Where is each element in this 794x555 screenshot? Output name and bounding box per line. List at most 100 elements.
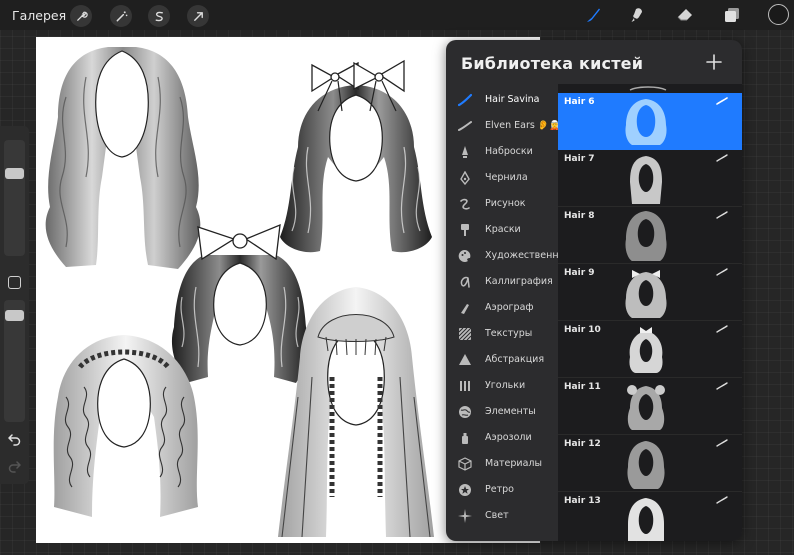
current-color-swatch[interactable]	[768, 4, 789, 25]
left-sidebar	[0, 126, 29, 484]
category-charcoal[interactable]: Угольки	[446, 374, 558, 398]
modifier-square-icon[interactable]	[8, 276, 21, 289]
category-airbrush[interactable]: Аэрограф	[446, 296, 558, 320]
layers-icon[interactable]	[721, 4, 743, 26]
brush-hair-preview	[630, 156, 662, 204]
category-label: Аэрозоли	[485, 432, 532, 443]
brush-name: Hair 11	[564, 382, 601, 392]
calligraphy-icon	[460, 276, 470, 288]
brush-icon[interactable]	[582, 4, 604, 26]
transform-arrow-icon[interactable]	[187, 5, 209, 27]
paint-icon	[461, 224, 469, 236]
brush-item[interactable]: Hair 12	[558, 435, 742, 492]
brush-stroke-icon	[716, 211, 728, 219]
category-label: Наброски	[485, 146, 533, 157]
category-label: Hair Savina	[485, 94, 540, 105]
brush-hair-preview	[629, 327, 663, 373]
category-label: Элементы	[485, 406, 536, 417]
category-label: Аэрограф	[485, 302, 534, 313]
light-icon	[458, 509, 472, 523]
category-artistic[interactable]: Художественные	[446, 244, 572, 268]
drawing-icon	[460, 198, 470, 210]
brush-library-panel: Библиотека кистей Hair Savina Elven Ears…	[446, 40, 742, 541]
brush-item[interactable]: Hair 10	[558, 321, 742, 378]
category-retro[interactable]: Ретро	[446, 478, 558, 502]
elements-icon	[459, 406, 471, 418]
brush-name: Hair 10	[564, 325, 601, 335]
category-textures[interactable]: Текстуры	[446, 322, 558, 346]
category-label: Elven Ears 👂🧝	[485, 120, 561, 131]
brush-name: Hair 6	[564, 97, 595, 107]
category-label: Ретро	[485, 484, 514, 495]
top-toolbar: Галерея	[0, 0, 794, 30]
brush-stroke-icon	[716, 97, 728, 105]
category-ink[interactable]: Чернила	[446, 166, 558, 190]
brush-item[interactable]: Hair 6	[558, 93, 742, 150]
brush-hair-preview	[627, 441, 665, 489]
elven-ears-icon	[458, 121, 472, 131]
brush-hair-preview	[625, 211, 667, 261]
brush-size-thumb[interactable]	[5, 168, 24, 179]
airbrush-icon	[461, 304, 469, 314]
category-spray[interactable]: Аэрозоли	[446, 426, 558, 450]
ink-icon	[460, 171, 470, 185]
redo-icon[interactable]	[6, 458, 23, 475]
category-calligraphy[interactable]: Каллиграфия	[446, 270, 558, 294]
spray-icon	[462, 433, 468, 444]
plus-icon[interactable]	[704, 52, 724, 72]
category-drawing[interactable]: Рисунок	[446, 192, 558, 216]
category-label: Каллиграфия	[485, 276, 553, 287]
brush-hair-preview	[625, 270, 667, 318]
brush-hair-preview	[627, 385, 665, 430]
abstract-icon	[459, 354, 471, 365]
brush-item[interactable]: Hair 8	[558, 207, 742, 264]
smudge-icon[interactable]	[626, 4, 648, 26]
brush-hair-preview	[628, 498, 664, 541]
brush-name: Hair 12	[564, 439, 601, 449]
brush-stroke-icon	[716, 439, 728, 447]
category-label: Чернила	[485, 172, 528, 183]
brush-name: Hair 13	[564, 496, 601, 506]
wrench-icon[interactable]	[70, 5, 92, 27]
sketch-icon	[462, 146, 468, 158]
category-elements[interactable]: Элементы	[446, 400, 558, 424]
category-abstract[interactable]: Абстракция	[446, 348, 558, 372]
brush-stroke-icon	[716, 325, 728, 333]
brush-item[interactable]: Hair 11	[558, 378, 742, 435]
brush-stroke-icon	[716, 154, 728, 162]
brush-item[interactable]: Hair 7	[558, 150, 742, 207]
hair-savina-icon	[458, 93, 472, 107]
category-label: Угольки	[485, 380, 526, 391]
brush-size-slider[interactable]	[4, 140, 25, 256]
eraser-icon[interactable]	[674, 4, 696, 26]
brush-stroke-icon	[716, 382, 728, 390]
category-hair-savina[interactable]: Hair Savina	[446, 88, 558, 112]
textures-icon	[458, 327, 472, 341]
materials-icon	[458, 457, 472, 471]
category-light[interactable]: Свет	[446, 504, 558, 528]
selection-icon[interactable]	[148, 5, 170, 27]
artistic-icon	[458, 249, 471, 262]
hairstyle-long-wavy	[45, 47, 201, 269]
category-label: Материалы	[485, 458, 542, 469]
brush-category-list: Hair Savina Elven Ears 👂🧝 Наброски Чернил…	[446, 88, 572, 541]
brush-name: Hair 9	[564, 268, 595, 278]
category-label: Абстракция	[485, 354, 545, 365]
brush-list: Hair 6 Hair 7 Hair 8 Hair 9 Hair 10 Hair…	[558, 84, 742, 541]
category-paint[interactable]: Краски	[446, 218, 558, 242]
category-materials[interactable]: Материалы	[446, 452, 558, 476]
opacity-thumb[interactable]	[5, 310, 24, 321]
opacity-slider[interactable]	[4, 300, 25, 422]
brush-library-title: Библиотека кистей	[461, 54, 644, 73]
brush-item[interactable]: Hair 13	[558, 492, 742, 541]
magic-wand-icon[interactable]	[110, 5, 132, 27]
retro-icon	[459, 484, 471, 496]
category-sketch[interactable]: Наброски	[446, 140, 558, 164]
undo-icon[interactable]	[6, 431, 23, 448]
category-label: Краски	[485, 224, 521, 235]
brush-item[interactable]: Hair 9	[558, 264, 742, 321]
category-elven-ears[interactable]: Elven Ears 👂🧝	[446, 114, 561, 138]
brush-name: Hair 8	[564, 211, 595, 221]
gallery-button[interactable]: Галерея	[12, 8, 66, 23]
brush-stroke-icon	[716, 496, 728, 504]
